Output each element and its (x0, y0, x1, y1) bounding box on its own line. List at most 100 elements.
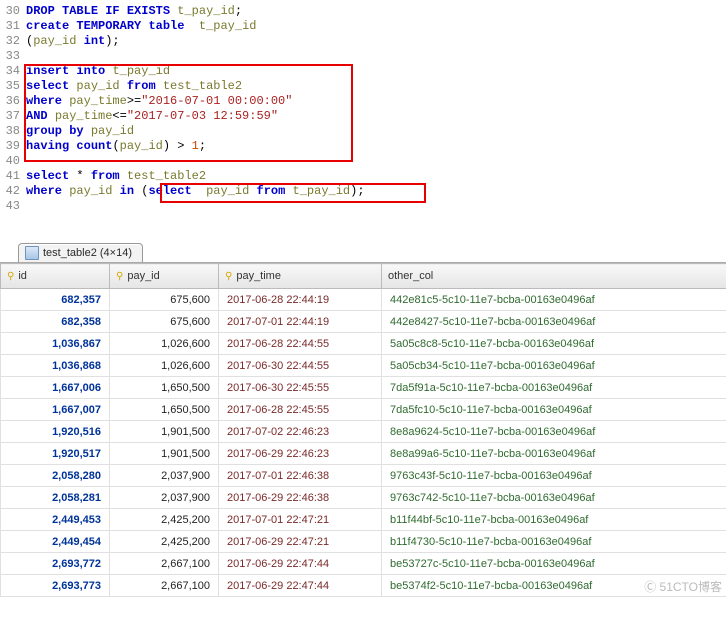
column-label: id (18, 270, 27, 282)
table-row[interactable]: 2,449,4542,425,2002017-06-29 22:47:21b11… (1, 531, 726, 553)
cell[interactable]: 5a05cb34-5c10-11e7-bcba-00163e0496af (382, 355, 726, 377)
cell[interactable]: 2017-06-28 22:44:55 (219, 333, 382, 355)
code-line[interactable]: 43 (0, 199, 726, 214)
cell[interactable]: 2017-07-01 22:47:21 (219, 509, 382, 531)
table-row[interactable]: 1,920,5161,901,5002017-07-02 22:46:238e8… (1, 421, 726, 443)
cell[interactable]: 5a05c8c8-5c10-11e7-bcba-00163e0496af (382, 333, 726, 355)
cell[interactable]: 2,693,773 (1, 575, 110, 597)
cell[interactable]: 1,667,007 (1, 399, 110, 421)
cell[interactable]: 2,037,900 (110, 487, 219, 509)
cell[interactable]: 1,920,517 (1, 443, 110, 465)
table-row[interactable]: 2,693,7732,667,1002017-06-29 22:47:44be5… (1, 575, 726, 597)
cell[interactable]: 682,357 (1, 289, 110, 311)
column-header[interactable]: other_col (382, 264, 726, 289)
column-label: pay_id (127, 270, 159, 282)
cell[interactable]: 1,650,500 (110, 377, 219, 399)
cell[interactable]: 9763c742-5c10-11e7-bcba-00163e0496af (382, 487, 726, 509)
code-line[interactable]: 38group by pay_id (0, 124, 726, 139)
sql-editor[interactable]: 30DROP TABLE IF EXISTS t_pay_id;31create… (0, 0, 726, 222)
code-content: AND pay_time<="2017-07-03 12:59:59" (24, 109, 726, 124)
table-row[interactable]: 1,667,0071,650,5002017-06-28 22:45:557da… (1, 399, 726, 421)
cell[interactable]: 1,026,600 (110, 333, 219, 355)
cell[interactable]: 2,693,772 (1, 553, 110, 575)
cell[interactable]: 442e8427-5c10-11e7-bcba-00163e0496af (382, 311, 726, 333)
cell[interactable]: 1,901,500 (110, 443, 219, 465)
cell[interactable]: 9763c43f-5c10-11e7-bcba-00163e0496af (382, 465, 726, 487)
line-number: 35 (0, 79, 24, 94)
cell[interactable]: 2017-06-30 22:45:55 (219, 377, 382, 399)
table-row[interactable]: 2,058,2802,037,9002017-07-01 22:46:38976… (1, 465, 726, 487)
code-line[interactable]: 36where pay_time>="2016-07-01 00:00:00" (0, 94, 726, 109)
cell[interactable]: 2017-06-29 22:46:23 (219, 443, 382, 465)
table-row[interactable]: 1,920,5171,901,5002017-06-29 22:46:238e8… (1, 443, 726, 465)
table-row[interactable]: 1,036,8681,026,6002017-06-30 22:44:555a0… (1, 355, 726, 377)
key-icon: ⚲ (225, 271, 232, 282)
cell[interactable]: b11f4730-5c10-11e7-bcba-00163e0496af (382, 531, 726, 553)
code-line[interactable]: 41select * from test_table2 (0, 169, 726, 184)
cell[interactable]: be53727c-5c10-11e7-bcba-00163e0496af (382, 553, 726, 575)
code-line[interactable]: 33 (0, 49, 726, 64)
cell[interactable]: b11f44bf-5c10-11e7-bcba-00163e0496af (382, 509, 726, 531)
cell[interactable]: 2017-07-01 22:44:19 (219, 311, 382, 333)
code-line[interactable]: 34insert into t_pay_id (0, 64, 726, 79)
cell[interactable]: 2,058,280 (1, 465, 110, 487)
code-line[interactable]: 30DROP TABLE IF EXISTS t_pay_id; (0, 4, 726, 19)
table-row[interactable]: 682,357675,6002017-06-28 22:44:19442e81c… (1, 289, 726, 311)
column-header[interactable]: ⚲pay_time (219, 264, 382, 289)
code-line[interactable]: 39having count(pay_id) > 1; (0, 139, 726, 154)
table-row[interactable]: 2,058,2812,037,9002017-06-29 22:46:38976… (1, 487, 726, 509)
cell[interactable]: 1,901,500 (110, 421, 219, 443)
cell[interactable]: 2017-06-28 22:44:19 (219, 289, 382, 311)
line-number: 40 (0, 154, 24, 169)
column-header[interactable]: ⚲id (1, 264, 110, 289)
cell[interactable]: 2017-06-29 22:47:44 (219, 575, 382, 597)
cell[interactable]: 1,026,600 (110, 355, 219, 377)
cell[interactable]: 8e8a9624-5c10-11e7-bcba-00163e0496af (382, 421, 726, 443)
cell[interactable]: 2017-07-02 22:46:23 (219, 421, 382, 443)
cell[interactable]: 7da5f91a-5c10-11e7-bcba-00163e0496af (382, 377, 726, 399)
code-line[interactable]: 42where pay_id in (select pay_id from t_… (0, 184, 726, 199)
cell[interactable]: 2,667,100 (110, 553, 219, 575)
table-row[interactable]: 2,693,7722,667,1002017-06-29 22:47:44be5… (1, 553, 726, 575)
cell[interactable]: 1,036,868 (1, 355, 110, 377)
column-header[interactable]: ⚲pay_id (110, 264, 219, 289)
cell[interactable]: 2,058,281 (1, 487, 110, 509)
cell[interactable]: 675,600 (110, 311, 219, 333)
cell[interactable]: 2,667,100 (110, 575, 219, 597)
cell[interactable]: 1,920,516 (1, 421, 110, 443)
line-number: 30 (0, 4, 24, 19)
line-number: 43 (0, 199, 24, 214)
cell[interactable]: 7da5fc10-5c10-11e7-bcba-00163e0496af (382, 399, 726, 421)
cell[interactable]: 2017-06-29 22:47:21 (219, 531, 382, 553)
code-line[interactable]: 37AND pay_time<="2017-07-03 12:59:59" (0, 109, 726, 124)
cell[interactable]: 2017-06-28 22:45:55 (219, 399, 382, 421)
cell[interactable]: 2017-07-01 22:46:38 (219, 465, 382, 487)
code-line[interactable]: 35select pay_id from test_table2 (0, 79, 726, 94)
line-number: 34 (0, 64, 24, 79)
result-tab[interactable]: test_table2 (4×14) (18, 243, 143, 262)
cell[interactable]: 2,449,453 (1, 509, 110, 531)
cell[interactable]: 1,667,006 (1, 377, 110, 399)
cell[interactable]: 1,036,867 (1, 333, 110, 355)
cell[interactable]: 8e8a99a6-5c10-11e7-bcba-00163e0496af (382, 443, 726, 465)
table-row[interactable]: 2,449,4532,425,2002017-07-01 22:47:21b11… (1, 509, 726, 531)
table-row[interactable]: 1,667,0061,650,5002017-06-30 22:45:557da… (1, 377, 726, 399)
cell[interactable]: be5374f2-5c10-11e7-bcba-00163e0496af (382, 575, 726, 597)
cell[interactable]: 2017-06-29 22:47:44 (219, 553, 382, 575)
code-line[interactable]: 31create TEMPORARY table t_pay_id (0, 19, 726, 34)
table-row[interactable]: 1,036,8671,026,6002017-06-28 22:44:555a0… (1, 333, 726, 355)
cell[interactable]: 2,449,454 (1, 531, 110, 553)
cell[interactable]: 2,425,200 (110, 509, 219, 531)
code-line[interactable]: 40 (0, 154, 726, 169)
table-row[interactable]: 682,358675,6002017-07-01 22:44:19442e842… (1, 311, 726, 333)
cell[interactable]: 442e81c5-5c10-11e7-bcba-00163e0496af (382, 289, 726, 311)
cell[interactable]: 682,358 (1, 311, 110, 333)
code-line[interactable]: 32(pay_id int); (0, 34, 726, 49)
cell[interactable]: 2,425,200 (110, 531, 219, 553)
cell[interactable]: 2017-06-29 22:46:38 (219, 487, 382, 509)
cell[interactable]: 2,037,900 (110, 465, 219, 487)
cell[interactable]: 675,600 (110, 289, 219, 311)
cell[interactable]: 2017-06-30 22:44:55 (219, 355, 382, 377)
result-grid[interactable]: ⚲id⚲pay_id⚲pay_timeother_col682,357675,6… (0, 263, 726, 597)
cell[interactable]: 1,650,500 (110, 399, 219, 421)
